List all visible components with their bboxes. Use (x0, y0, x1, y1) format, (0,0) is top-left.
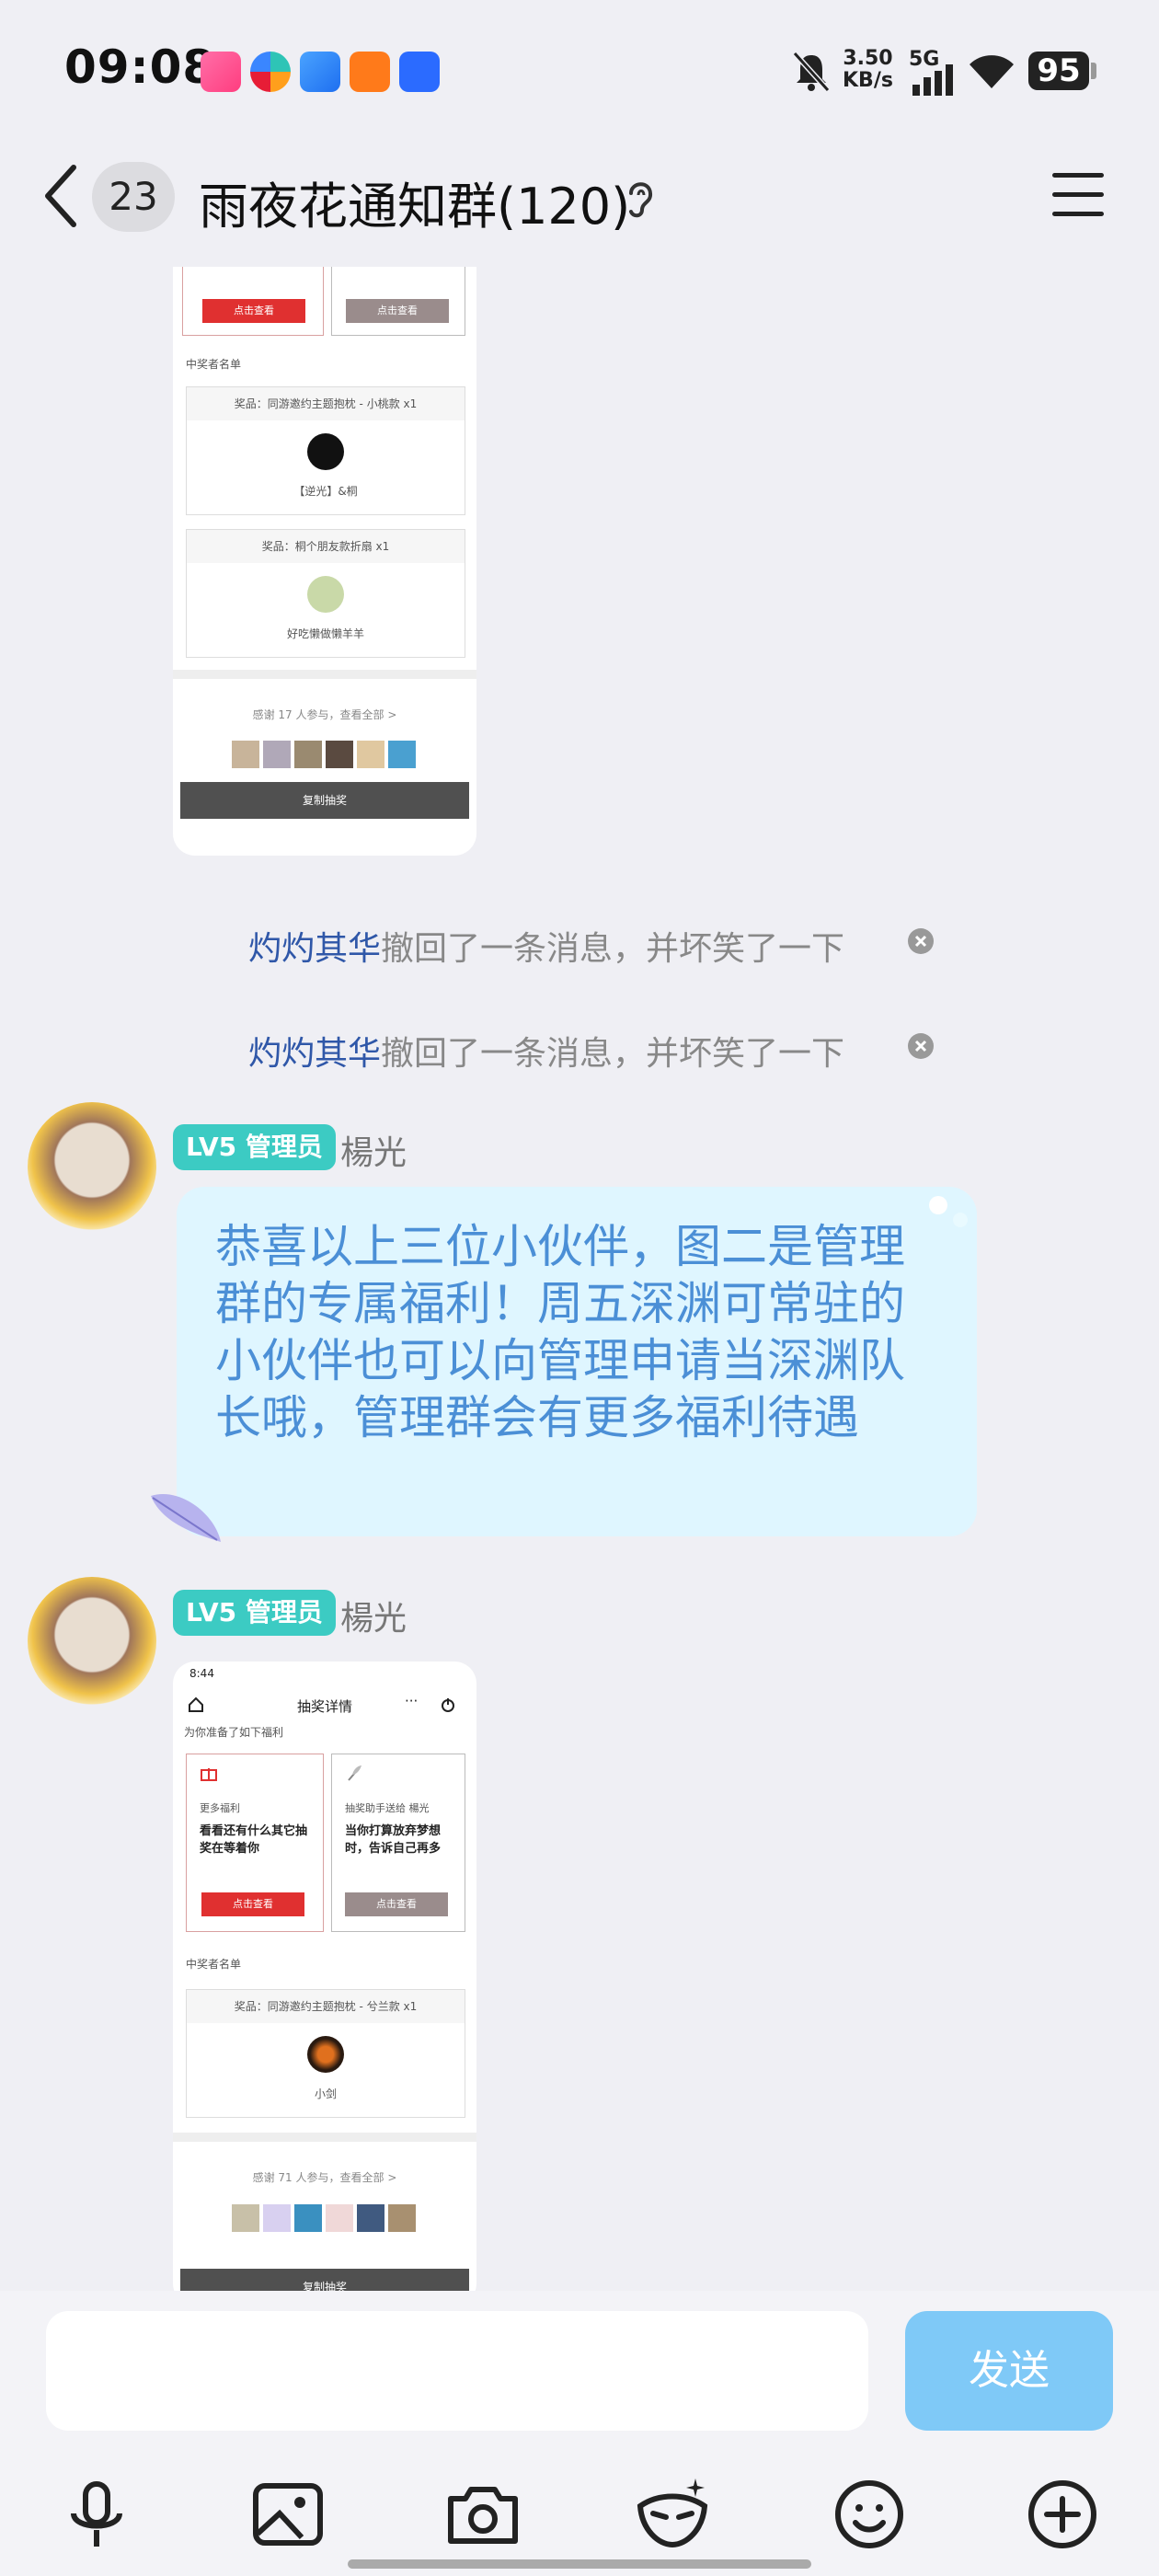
blue-app-icon (300, 52, 340, 92)
power-icon (442, 1698, 454, 1712)
bilibili-app-icon (201, 52, 241, 92)
microphone-icon[interactable] (55, 2473, 138, 2556)
right-small-label: 抽奖助手送给 楊光 (345, 1802, 430, 1814)
mask-icon[interactable] (631, 2473, 714, 2556)
prize-box: 奖品：同游邀约主题抱枕 - 兮兰款 x1 小剑 (186, 1989, 465, 2118)
left-small-label: 更多福利 (200, 1802, 240, 1814)
colorful-app-icon (250, 52, 291, 92)
divider (173, 670, 476, 679)
avatar[interactable] (28, 1577, 156, 1706)
close-icon[interactable] (907, 1032, 935, 1060)
prize-label: 奖品：同游邀约主题抱枕 - 兮兰款 x1 (187, 1990, 465, 2023)
winner-avatar (307, 2036, 344, 2073)
more-welfare-box: 更多福利 看看还有什么其它抽奖在等着你 点击查看 (186, 1754, 324, 1932)
avatar[interactable] (28, 1102, 156, 1231)
battery-icon: 95 (1028, 52, 1089, 90)
sender-name[interactable]: 楊光 (340, 1126, 407, 1174)
left-text: 看看还有什么其它抽奖在等着你 (200, 1824, 308, 1856)
participant-avatars (232, 741, 419, 768)
sender-name[interactable]: 楊光 (340, 1592, 407, 1639)
participant-avatars (232, 2204, 419, 2232)
assistant-box: 抽奖助手送给 楊光 当你打算放弃梦想时，告诉自己再多 点击查看 (331, 1754, 465, 1932)
wifi-icon (970, 55, 1014, 88)
recall-text: 撤回了一条消息，并坏笑了一下 (381, 1035, 845, 1073)
participants-link[interactable]: 感谢 17 人参与，查看全部 > (173, 707, 476, 722)
view-button-gray[interactable]: 点击查看 (345, 1892, 448, 1916)
chat-toolbar (0, 2456, 1159, 2576)
lottery-image-card-2[interactable]: 8:44 抽奖详情 ··· 为你准备了如下福利 更多福利 看看还有什么其它抽奖在… (173, 1662, 476, 2306)
baidu-app-icon (399, 52, 440, 92)
card-status-time: 8:44 (189, 1667, 214, 1680)
recall-user[interactable]: 灼灼其华 (248, 930, 381, 968)
prize1-label: 奖品：同游邀约主题抱枕 - 小桃款 x1 (187, 387, 465, 420)
admin-level-badge: LV5 管理员 (173, 1124, 336, 1170)
more-dots-icon: ··· (405, 1693, 419, 1709)
admin-level-badge: LV5 管理员 (173, 1590, 336, 1636)
prize2-label: 奖品：桐个朋友款折扇 x1 (187, 530, 465, 563)
recall-user[interactable]: 灼灼其华 (248, 1035, 381, 1073)
recall-notice: 灼灼其华撤回了一条消息，并坏笑了一下 (248, 922, 844, 970)
gift-icon (201, 1768, 217, 1781)
welfare-intro: 为你准备了如下福利 (184, 1726, 284, 1739)
net-speed-unit: KB/s (843, 69, 893, 92)
menu-icon[interactable] (1050, 171, 1106, 219)
prize-box-1: 奖品：同游邀约主题抱枕 - 小桃款 x1 【逆光】&桐 (186, 386, 465, 515)
copy-lottery-button[interactable]: 复制抽奖 (180, 782, 469, 819)
camera-icon[interactable] (442, 2473, 524, 2556)
winners-heading: 中奖者名单 (186, 358, 242, 371)
home-indicator[interactable] (348, 2559, 811, 2569)
message-text: 恭喜以上三位小伙伴，图二是管理群的专属福利！周五深渊可常驻的小伙伴也可以向管理申… (215, 1220, 905, 1444)
prize1-winner: 【逆光】&桐 (293, 485, 358, 498)
net-speed: 3.50 KB/s (843, 48, 893, 92)
mute-bell-icon (792, 51, 831, 93)
image-icon[interactable] (247, 2473, 329, 2556)
prize-box-2: 奖品：桐个朋友款折扇 x1 好吃懒做懒羊羊 (186, 529, 465, 658)
ear-icon[interactable] (622, 175, 659, 221)
prize-winner: 小剑 (314, 2087, 337, 2100)
right-text: 当你打算放弃梦想时，告诉自己再多 (345, 1824, 442, 1856)
winners-heading: 中奖者名单 (186, 1958, 242, 1971)
signal-icon (912, 64, 953, 96)
status-time: 09:08 (64, 40, 216, 94)
feather-decoration-icon (151, 1494, 221, 1542)
divider (173, 2133, 476, 2142)
net-speed-value: 3.50 (843, 47, 893, 70)
prize2-winner: 好吃懒做懒羊羊 (286, 627, 364, 640)
close-icon[interactable] (907, 927, 935, 955)
plus-icon[interactable] (1021, 2473, 1104, 2556)
card-title: 抽奖详情 (296, 1698, 352, 1715)
winner-avatar (307, 433, 344, 470)
group-title[interactable]: 雨夜花通知群(120) (199, 166, 630, 238)
sparkle-decoration-icon (929, 1196, 968, 1227)
recall-notice: 灼灼其华撤回了一条消息，并坏笑了一下 (248, 1027, 844, 1075)
view-button-gray[interactable]: 点击查看 (346, 299, 449, 323)
emoji-icon[interactable] (828, 2473, 911, 2556)
feather-icon (348, 1765, 361, 1781)
participants-link[interactable]: 感谢 71 人参与，查看全部 > (173, 2169, 476, 2185)
view-button-red[interactable]: 点击查看 (201, 1892, 304, 1916)
unread-count-badge[interactable]: 23 (92, 162, 175, 232)
battery-tip (1091, 63, 1096, 79)
lottery-image-card-1[interactable]: 点击查看 点击查看 中奖者名单 奖品：同游邀约主题抱枕 - 小桃款 x1 【逆光… (173, 267, 476, 856)
recall-text: 撤回了一条消息，并坏笑了一下 (381, 930, 845, 968)
view-button-red[interactable]: 点击查看 (202, 299, 305, 323)
winner-avatar (307, 576, 344, 613)
orange-app-icon (350, 52, 390, 92)
back-icon[interactable] (40, 164, 81, 228)
message-input[interactable] (46, 2311, 868, 2431)
send-button[interactable]: 发送 (905, 2311, 1113, 2431)
